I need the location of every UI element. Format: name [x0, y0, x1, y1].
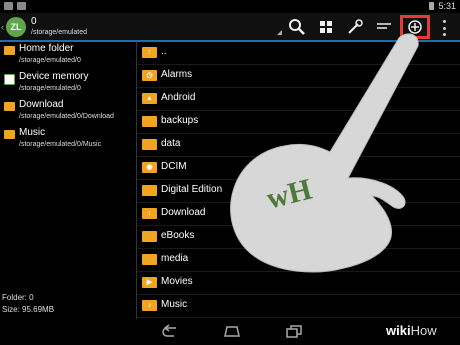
- tools-icon[interactable]: [345, 17, 365, 37]
- file-name: Download: [161, 207, 206, 218]
- alarm-folder-icon: ◷: [142, 70, 157, 81]
- app-logo[interactable]: ZL: [6, 17, 26, 37]
- sidebar-item-path: /storage/emulated/0: [19, 85, 81, 92]
- home-folder-icon: [4, 46, 15, 55]
- action-bar: ‹ ZL 0 /storage/emulated: [0, 13, 460, 42]
- sidebar-item-home-folder[interactable]: Home folder /storage/emulated/0: [0, 42, 136, 72]
- sidebar-item-label: Home folder: [19, 43, 74, 54]
- list-item[interactable]: ↓ Download: [137, 203, 460, 226]
- sidebar-item-path: /storage/emulated/0/Download: [19, 113, 114, 120]
- notification-icon: [17, 2, 26, 10]
- folder-icon: [142, 139, 157, 150]
- status-bar: 5:31: [0, 0, 460, 13]
- clock: 5:31: [438, 1, 456, 11]
- folder-icon: [142, 231, 157, 242]
- list-item[interactable]: Digital Edition: [137, 180, 460, 203]
- status-right: 5:31: [429, 1, 456, 11]
- search-icon[interactable]: [287, 17, 307, 37]
- sidebar-item-music[interactable]: Music /storage/emulated/0/Music: [0, 126, 136, 156]
- file-name: media: [161, 253, 189, 264]
- file-name: Alarms: [161, 69, 193, 80]
- folder-icon: [4, 102, 15, 111]
- path-dropdown-icon[interactable]: [277, 30, 282, 35]
- current-folder-title: 0: [31, 16, 37, 27]
- current-path: /storage/emulated: [31, 29, 88, 36]
- sidebar-item-label: Device memory: [19, 71, 89, 82]
- list-item[interactable]: ▲ Android: [137, 88, 460, 111]
- overflow-menu-icon[interactable]: [443, 20, 447, 36]
- file-name: Music: [161, 299, 188, 310]
- list-item[interactable]: eBooks: [137, 226, 460, 249]
- grid-view-icon[interactable]: [316, 17, 336, 37]
- highlight-box: [400, 15, 430, 39]
- list-item[interactable]: ↑ ..: [137, 42, 460, 65]
- battery-icon: [429, 2, 435, 10]
- list-item[interactable]: ◉ DCIM: [137, 157, 460, 180]
- sidebar-item-device-memory[interactable]: Device memory /storage/emulated/0: [0, 70, 136, 100]
- back-icon[interactable]: [160, 324, 180, 338]
- file-name: eBooks: [161, 230, 195, 241]
- file-name: DCIM: [161, 161, 187, 172]
- file-list: ↑ .. ◷ Alarms ▲ Android backups data ◉ D…: [137, 42, 460, 319]
- up-folder-icon: ↑: [142, 47, 157, 58]
- file-name: ..: [161, 46, 167, 57]
- chevron-left-icon[interactable]: ‹: [1, 22, 4, 32]
- notification-icons: [4, 2, 26, 10]
- folder-info: Folder: 0: [2, 293, 34, 302]
- music-folder-icon: ♪: [142, 300, 157, 311]
- file-name: data: [161, 138, 181, 149]
- sidebar: Home folder /storage/emulated/0 Device m…: [0, 42, 137, 319]
- home-icon[interactable]: [222, 324, 242, 338]
- sidebar-item-download[interactable]: Download /storage/emulated/0/Download: [0, 98, 136, 128]
- sidebar-item-label: Music: [19, 127, 46, 138]
- list-item[interactable]: ♪ Music: [137, 295, 460, 318]
- camera-folder-icon: ◉: [142, 162, 157, 173]
- brand-wiki: wiki: [386, 323, 411, 338]
- sidebar-item-path: /storage/emulated/0: [19, 57, 81, 64]
- list-item[interactable]: media: [137, 249, 460, 272]
- file-name: backups: [161, 115, 199, 126]
- recent-apps-icon[interactable]: [284, 324, 304, 338]
- size-info: Size: 95.69MB: [2, 305, 55, 314]
- movies-folder-icon: ▶: [142, 277, 157, 288]
- list-item[interactable]: data: [137, 134, 460, 157]
- list-item[interactable]: ▶ Movies: [137, 272, 460, 295]
- folder-icon: [142, 254, 157, 265]
- sidebar-item-path: /storage/emulated/0/Music: [19, 141, 102, 148]
- file-name: Movies: [161, 276, 193, 287]
- list-item[interactable]: backups: [137, 111, 460, 134]
- sidebar-item-label: Download: [19, 99, 64, 110]
- wikihow-watermark: wikiHow: [386, 323, 437, 338]
- folder-icon: [142, 116, 157, 127]
- notification-icon: [4, 2, 13, 10]
- list-item[interactable]: ◷ Alarms: [137, 65, 460, 88]
- folder-icon: [142, 185, 157, 196]
- folder-icon: [4, 130, 15, 139]
- file-name: Android: [161, 92, 196, 103]
- download-folder-icon: ↓: [142, 208, 157, 219]
- sort-icon[interactable]: [374, 17, 394, 37]
- android-folder-icon: ▲: [142, 93, 157, 104]
- file-name: Digital Edition: [161, 184, 223, 195]
- device-memory-icon: [4, 74, 15, 85]
- brand-how: How: [410, 323, 437, 338]
